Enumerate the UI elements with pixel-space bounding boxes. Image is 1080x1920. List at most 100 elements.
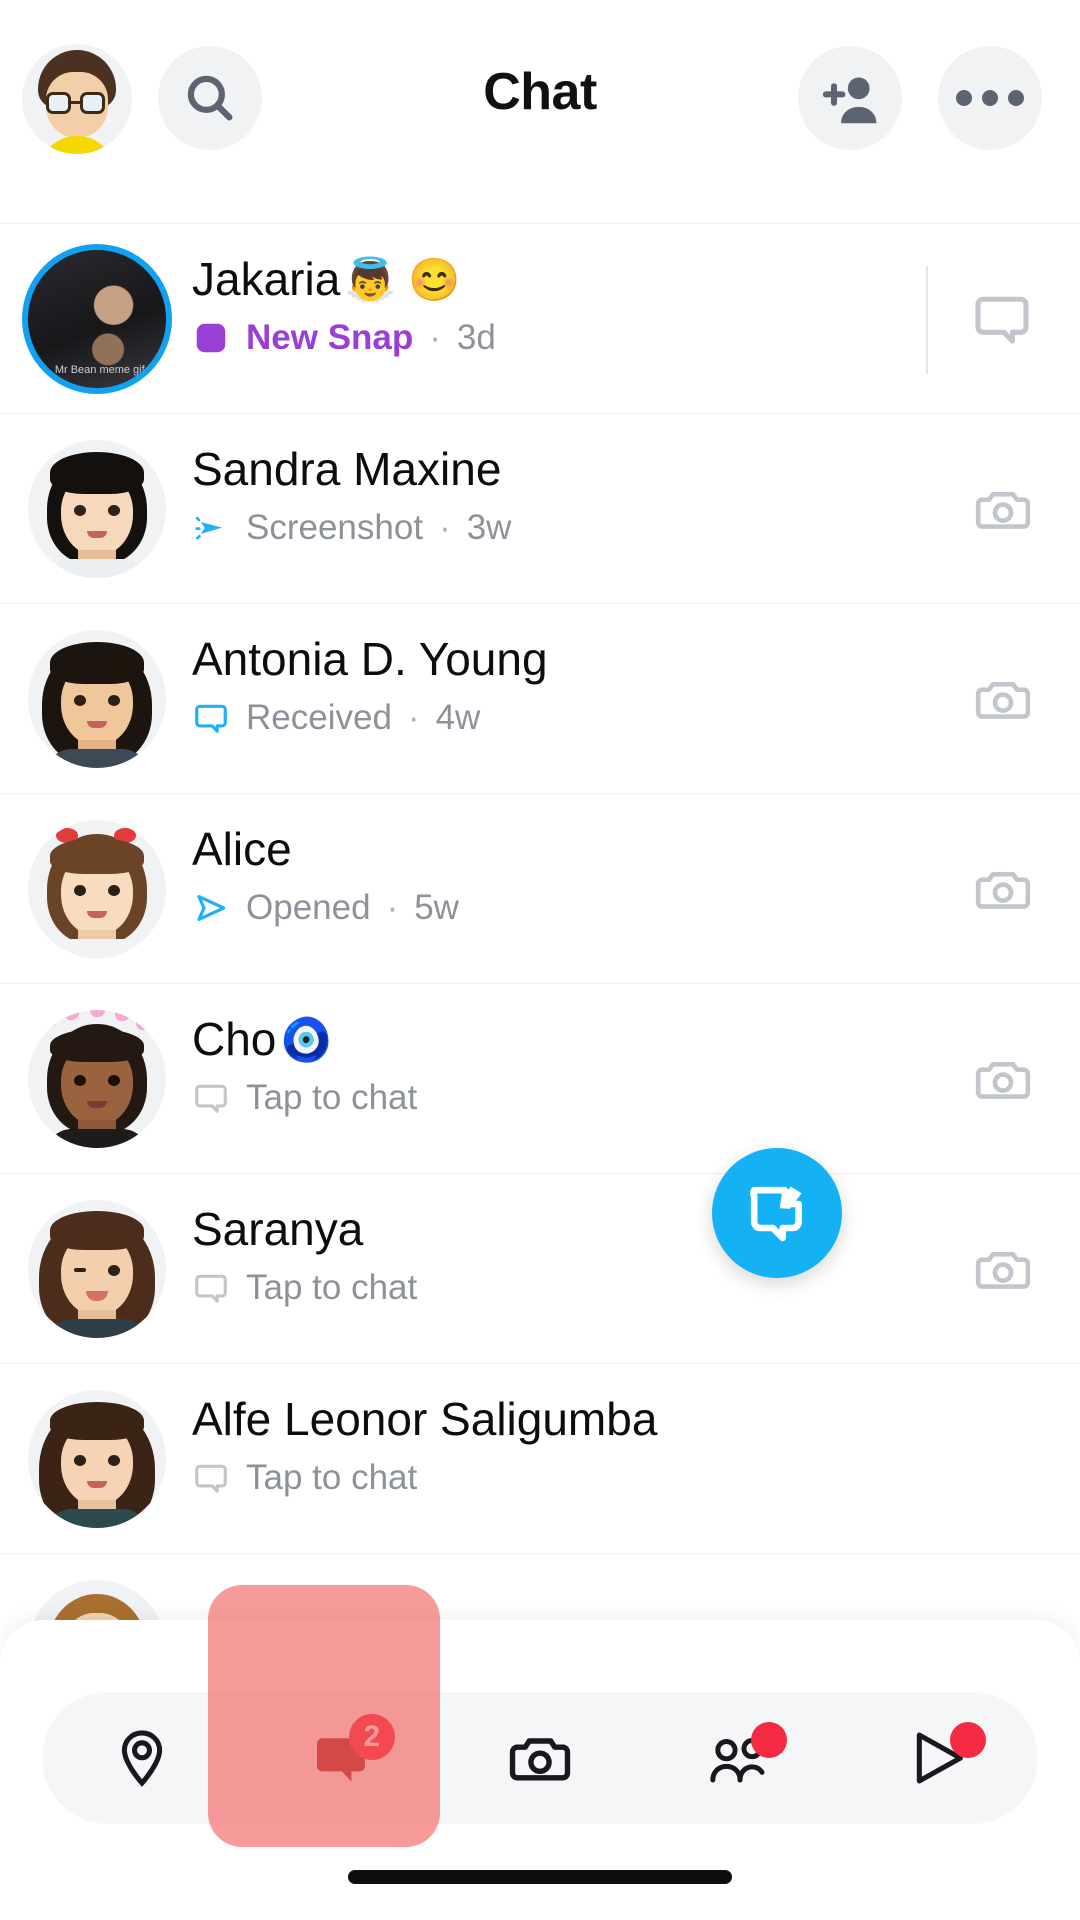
chat-bubble-icon — [975, 296, 1029, 344]
spotlight-notification-dot — [950, 1722, 987, 1758]
friends-notification-dot — [751, 1722, 788, 1758]
bottom-nav-bar: 2 — [0, 1620, 1080, 1920]
chat-row-text: Jakaria 👼 😊 New Snap · 3d — [192, 254, 890, 358]
avatar[interactable] — [28, 440, 166, 578]
snap-arrow-blue-icon — [197, 894, 226, 921]
chat-status-text: Tap to chat — [246, 1267, 418, 1307]
avatar-caption: Mr Bean meme gif — [54, 364, 145, 376]
chat-row-action[interactable] — [972, 1174, 1034, 1364]
chat-bubble-blue-icon — [195, 704, 227, 733]
camera-icon — [975, 491, 1031, 529]
chat-row-action[interactable] — [970, 224, 1034, 414]
snapchat-chat-screen: Chat Mr Bean meme gif Jakaria 👼 😊 New Sn… — [0, 0, 1080, 1920]
chat-row-action[interactable] — [972, 984, 1034, 1174]
add-friend-icon — [822, 77, 877, 124]
chat-unread-badge: 2 — [348, 1714, 395, 1760]
chat-name: Saranya — [192, 1204, 364, 1255]
chat-status-text: New Snap — [246, 317, 414, 357]
chat-status-line: Tap to chat — [192, 1458, 890, 1498]
chat-bubble-gray-icon — [195, 1464, 227, 1493]
camera-icon — [975, 681, 1031, 719]
more-options-icon — [956, 90, 1024, 106]
chat-name: Cho — [192, 1014, 277, 1065]
chat-row-text: Alice Opened · 5w — [192, 824, 890, 928]
chat-name: Jakaria — [192, 254, 341, 305]
chat-name-emoji: 🧿 — [280, 1015, 333, 1063]
nav-item-map[interactable] — [72, 1692, 212, 1824]
chat-row[interactable]: Alfe Leonor Saligumba Tap to chat — [0, 1364, 1080, 1554]
chat-row[interactable]: Cho 🧿 Tap to chat — [0, 984, 1080, 1174]
camera-icon — [509, 1738, 571, 1781]
bitmoji-avatar — [28, 630, 166, 768]
chat-bubble-gray-icon — [195, 1274, 227, 1303]
avatar[interactable] — [28, 1010, 166, 1148]
chat-status-line: Tap to chat — [192, 1078, 890, 1118]
chat-name-line: Sandra Maxine — [192, 444, 890, 496]
bottom-nav-pill: 2 — [42, 1692, 1038, 1824]
chat-status-line: New Snap · 3d — [192, 318, 890, 358]
chat-name-line: Cho 🧿 — [192, 1014, 890, 1066]
chat-row-action[interactable] — [972, 414, 1034, 604]
chat-row[interactable]: Antonia D. Young Received · 4w — [0, 604, 1080, 794]
chat-list: Mr Bean meme gif Jakaria 👼 😊 New Snap · … — [0, 224, 1080, 1744]
chat-name: Alice — [192, 824, 292, 875]
bitmoji-avatar — [28, 1200, 166, 1338]
chat-timestamp: 3w — [466, 507, 512, 547]
chat-name-line: Jakaria 👼 😊 — [192, 254, 890, 306]
chat-row-text: Antonia D. Young Received · 4w — [192, 634, 890, 738]
chat-row-text: Cho 🧿 Tap to chat — [192, 1014, 890, 1118]
bitmoji-avatar — [28, 1390, 166, 1528]
more-options-button[interactable] — [938, 46, 1042, 150]
avatar[interactable] — [28, 1200, 166, 1338]
home-indicator — [348, 1870, 732, 1884]
chat-timestamp: 5w — [414, 887, 459, 927]
avatar[interactable] — [28, 630, 166, 768]
screenshot-arrow-icon — [195, 516, 223, 539]
snap-square-filled-icon — [196, 323, 226, 352]
chat-name-line: Alfe Leonor Saligumba — [192, 1394, 890, 1446]
chat-row[interactable]: Sandra Maxine Screenshot · 3w — [0, 414, 1080, 604]
chat-status-text: Received — [246, 697, 392, 737]
bitmoji-avatar — [28, 1010, 166, 1148]
chat-name: Antonia D. Young — [192, 634, 548, 685]
camera-icon — [975, 1251, 1031, 1289]
chat-row[interactable]: Alice Opened · 5w — [0, 794, 1080, 984]
app-header: Chat — [0, 0, 1080, 224]
nav-item-friends[interactable] — [669, 1692, 809, 1824]
avatar-shirt — [40, 136, 114, 154]
avatar[interactable]: Mr Bean meme gif — [22, 244, 172, 394]
chat-timestamp: 3d — [456, 317, 496, 357]
chat-name-line: Antonia D. Young — [192, 634, 890, 686]
camera-icon — [975, 1061, 1031, 1099]
chat-row[interactable]: Saranya Tap to chat — [0, 1174, 1080, 1364]
chat-status-line: Screenshot · 3w — [192, 508, 890, 548]
status-separator: · — [407, 697, 420, 737]
chat-name: Alfe Leonor Saligumba — [192, 1394, 658, 1445]
nav-item-camera[interactable] — [470, 1692, 610, 1824]
bitmoji-avatar — [28, 440, 166, 578]
chat-row[interactable]: Mr Bean meme gif Jakaria 👼 😊 New Snap · … — [0, 224, 1080, 414]
avatar-photo: Mr Bean meme gif — [28, 250, 166, 388]
chat-status-text: Screenshot — [246, 507, 424, 547]
chat-status-text: Opened — [246, 887, 371, 927]
chat-status-line: Received · 4w — [192, 698, 890, 738]
avatar[interactable] — [28, 1390, 166, 1528]
bitmoji-avatar — [28, 820, 166, 958]
chat-row-text: Sandra Maxine Screenshot · 3w — [192, 444, 890, 548]
avatar[interactable] — [28, 820, 166, 958]
add-friend-button[interactable] — [798, 46, 902, 150]
chat-row-text: Alfe Leonor Saligumba Tap to chat — [192, 1394, 890, 1498]
chat-bubble-gray-icon — [195, 1084, 227, 1113]
new-chat-button[interactable] — [712, 1148, 842, 1278]
chat-name-line: Alice — [192, 824, 890, 876]
status-separator: · — [429, 317, 441, 357]
status-separator: · — [439, 507, 451, 547]
chat-row-action[interactable] — [972, 604, 1034, 794]
chat-row-action[interactable] — [972, 794, 1034, 984]
nav-item-spotlight[interactable] — [868, 1692, 1008, 1824]
camera-icon — [975, 871, 1031, 909]
nav-item-chat[interactable]: 2 — [271, 1692, 411, 1824]
chat-status-text: Tap to chat — [246, 1457, 418, 1497]
status-separator: · — [386, 887, 399, 927]
chat-timestamp: 4w — [435, 697, 481, 737]
